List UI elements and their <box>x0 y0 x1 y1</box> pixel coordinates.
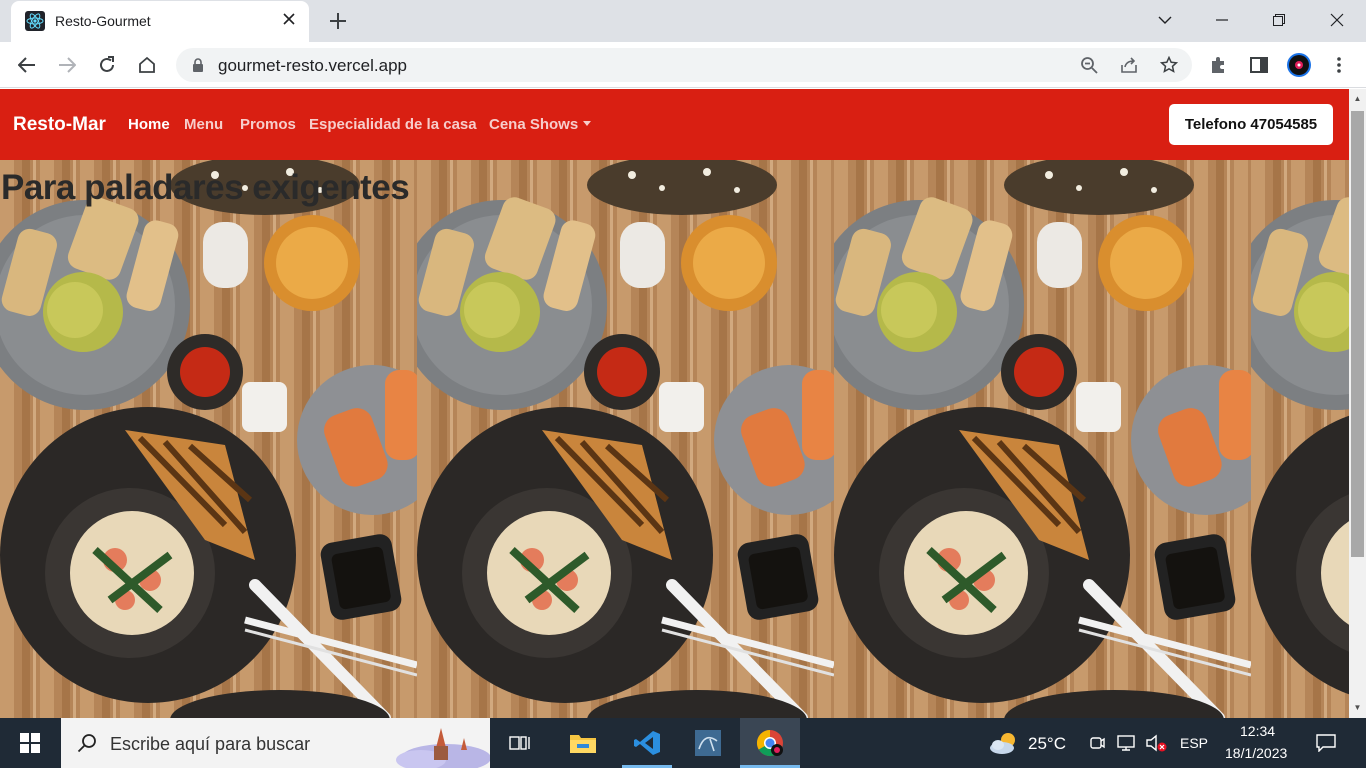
zoom-out-icon[interactable] <box>1077 53 1101 77</box>
search-icon <box>77 734 96 753</box>
minimize-icon[interactable] <box>1193 0 1251 40</box>
extensions-icon[interactable] <box>1206 53 1230 77</box>
nav-cena-shows-label: Cena Shows <box>489 116 579 133</box>
taskbar-search[interactable]: Escribe aquí para buscar <box>61 718 490 768</box>
volume-muted-icon[interactable] <box>1143 718 1169 768</box>
profile-avatar[interactable] <box>1287 53 1311 77</box>
weather-icon[interactable] <box>986 718 1022 768</box>
scroll-thumb[interactable] <box>1351 111 1364 557</box>
task-view-icon[interactable] <box>500 718 540 768</box>
windows-start-icon[interactable] <box>0 718 60 768</box>
lock-icon[interactable] <box>190 57 206 73</box>
tab-title: Resto-Gourmet <box>55 13 151 29</box>
scroll-up-icon[interactable]: ▲ <box>1353 94 1362 103</box>
forward-icon[interactable] <box>55 53 79 77</box>
windows-taskbar: Escribe aquí para buscar 25°C ESP 12:34 … <box>0 718 1366 768</box>
meet-icon[interactable] <box>1086 718 1108 768</box>
phone-button[interactable]: Telefono 47054585 <box>1169 104 1333 145</box>
mysql-icon[interactable] <box>684 718 732 768</box>
clock-date[interactable]: 18/1/2023 <box>1225 745 1287 761</box>
nav-promos[interactable]: Promos <box>240 116 296 133</box>
back-icon[interactable] <box>15 53 39 77</box>
weather-temperature[interactable]: 25°C <box>1028 734 1066 754</box>
site-brand[interactable]: Resto-Mar <box>13 114 106 136</box>
nav-home[interactable]: Home <box>128 116 170 133</box>
home-icon[interactable] <box>135 53 159 77</box>
food-photo <box>834 160 1251 718</box>
clock-time[interactable]: 12:34 <box>1240 723 1275 739</box>
chrome-icon[interactable] <box>740 718 800 768</box>
browser-toolbar: gourmet-resto.vercel.app <box>0 42 1366 88</box>
language-indicator[interactable]: ESP <box>1180 735 1208 751</box>
kebab-menu-icon[interactable] <box>1327 53 1351 77</box>
caret-down-icon <box>583 120 592 126</box>
star-icon[interactable] <box>1157 53 1181 77</box>
nav-cena-shows-dropdown[interactable]: Cena Shows <box>489 116 592 133</box>
side-panel-icon[interactable] <box>1247 53 1271 77</box>
food-photo <box>1251 160 1349 718</box>
notifications-icon[interactable] <box>1306 718 1346 768</box>
maximize-icon[interactable] <box>1250 0 1308 40</box>
nav-especialidad[interactable]: Especialidad de la casa <box>309 116 477 133</box>
window-close-icon[interactable] <box>1308 0 1366 40</box>
share-icon[interactable] <box>1117 53 1141 77</box>
food-photo <box>0 160 417 718</box>
network-icon[interactable] <box>1113 718 1139 768</box>
react-favicon <box>25 11 45 31</box>
hero-title: Para paladares exigentes <box>1 168 410 207</box>
search-placeholder: Escribe aquí para buscar <box>110 734 311 754</box>
chevron-down-icon[interactable] <box>1136 0 1194 40</box>
url-text[interactable]: gourmet-resto.vercel.app <box>218 56 407 76</box>
page-scrollbar[interactable]: ▲ ▼ <box>1349 89 1366 718</box>
browser-tab[interactable]: Resto-Gourmet <box>11 1 309 42</box>
reload-icon[interactable] <box>95 53 119 77</box>
close-icon[interactable] <box>279 11 299 31</box>
address-bar[interactable]: gourmet-resto.vercel.app <box>176 48 1192 82</box>
plus-icon[interactable] <box>326 9 350 33</box>
hero-section: Para paladares exigentes <box>0 160 1349 718</box>
food-photo <box>417 160 834 718</box>
file-explorer-icon[interactable] <box>560 718 606 768</box>
nav-menu[interactable]: Menu <box>184 116 223 133</box>
tab-strip: Resto-Gourmet <box>0 0 1366 42</box>
site-navbar: Resto-Mar Home Menu Promos Especialidad … <box>0 89 1349 160</box>
scroll-down-icon[interactable]: ▼ <box>1353 703 1362 712</box>
page-viewport: Resto-Mar Home Menu Promos Especialidad … <box>0 89 1349 718</box>
vscode-icon[interactable] <box>622 718 672 768</box>
search-highlight-image <box>396 728 490 768</box>
